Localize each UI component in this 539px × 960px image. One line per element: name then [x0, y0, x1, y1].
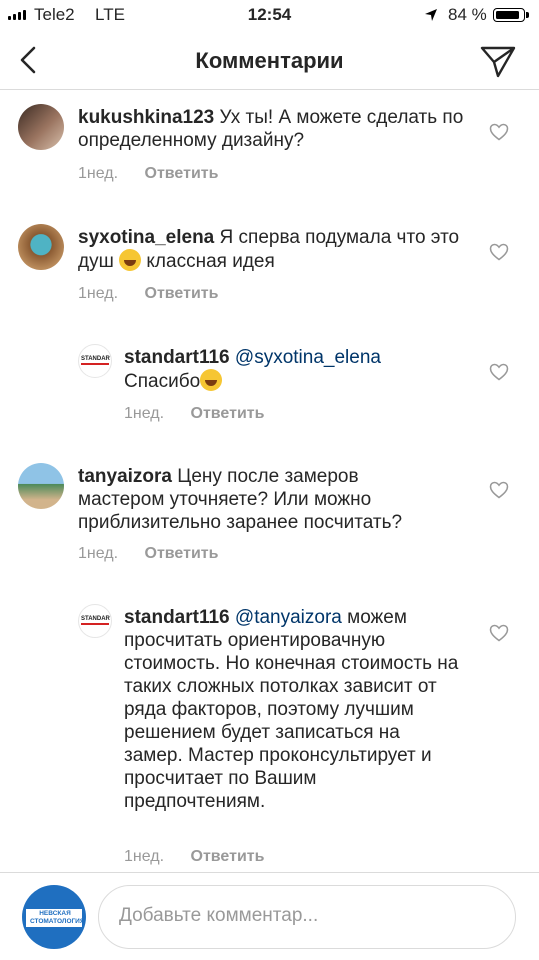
comment-item: kukushkina123 Ух ты! А можете сделать по…: [0, 100, 539, 190]
reply-button[interactable]: Ответить: [145, 545, 219, 562]
comment-time: 1нед.: [78, 545, 119, 562]
heart-icon[interactable]: [489, 624, 509, 642]
paper-plane-icon[interactable]: [478, 42, 518, 80]
comment-text: Спасибо: [124, 371, 201, 392]
avatar[interactable]: [18, 104, 64, 150]
avatar-logo-text: НЕВСКАЯ СТОМАТОЛОГИЯ: [30, 910, 85, 925]
comment-username[interactable]: tanyaizora: [78, 466, 172, 487]
comment-input[interactable]: [117, 904, 501, 928]
comment-username[interactable]: kukushkina123: [78, 107, 214, 128]
battery-percent: 84 %: [448, 5, 487, 24]
battery-icon: [493, 8, 529, 22]
comment-time: 1нед.: [78, 285, 119, 302]
comment-item: syxotina_elena Я сперва подумала что это…: [0, 220, 539, 310]
avatar-logo-text: STANDART: [81, 356, 111, 365]
grinning-emoji-icon: [200, 369, 223, 391]
current-user-avatar: НЕВСКАЯ СТОМАТОЛОГИЯ: [22, 885, 86, 949]
comment-input-wrapper: [98, 885, 516, 949]
reply-button[interactable]: Ответить: [191, 848, 265, 865]
laughing-emoji-icon: [119, 249, 142, 271]
reply-comment-item: STANDART standart116 @syxotina_elena Спа…: [0, 340, 539, 430]
comment-time: 1нед.: [124, 405, 165, 422]
comment-composer: НЕВСКАЯ СТОМАТОЛОГИЯ: [0, 872, 539, 960]
page-title: Комментарии: [195, 48, 344, 73]
comment-text-continued: классная идея: [146, 251, 275, 272]
comment-time: 1нед.: [124, 848, 165, 865]
header: Комментарии: [0, 32, 539, 90]
mention-link[interactable]: @tanyaizora: [235, 607, 342, 628]
avatar[interactable]: [18, 224, 64, 270]
heart-icon[interactable]: [489, 363, 509, 381]
mention-link[interactable]: @syxotina_elena: [235, 347, 381, 368]
avatar[interactable]: STANDART: [78, 604, 112, 638]
comment-username[interactable]: standart116: [124, 607, 230, 628]
heart-icon[interactable]: [489, 123, 509, 141]
reply-button[interactable]: Ответить: [145, 285, 219, 302]
comment-username[interactable]: syxotina_elena: [78, 227, 214, 248]
reply-button[interactable]: Ответить: [145, 165, 219, 182]
avatar-logo-text: STANDART: [81, 616, 111, 625]
status-bar: Tele2 LTE 12:54 84 %: [0, 0, 539, 32]
avatar[interactable]: STANDART: [78, 344, 112, 378]
comment-username[interactable]: standart116: [124, 347, 230, 368]
comment-item: tanyaizora Цену после замеров мастером у…: [0, 459, 539, 571]
heart-icon[interactable]: [489, 243, 509, 261]
comment-time: 1нед.: [78, 165, 119, 182]
reply-button[interactable]: Ответить: [191, 405, 265, 422]
comment-text: можем просчитать ориентировачную стоимос…: [124, 607, 459, 812]
reply-comment-item: STANDART standart116 @tanyaizora можем п…: [0, 600, 539, 872]
heart-icon[interactable]: [489, 481, 509, 499]
avatar[interactable]: [18, 463, 64, 509]
location-arrow-icon: [425, 9, 437, 21]
